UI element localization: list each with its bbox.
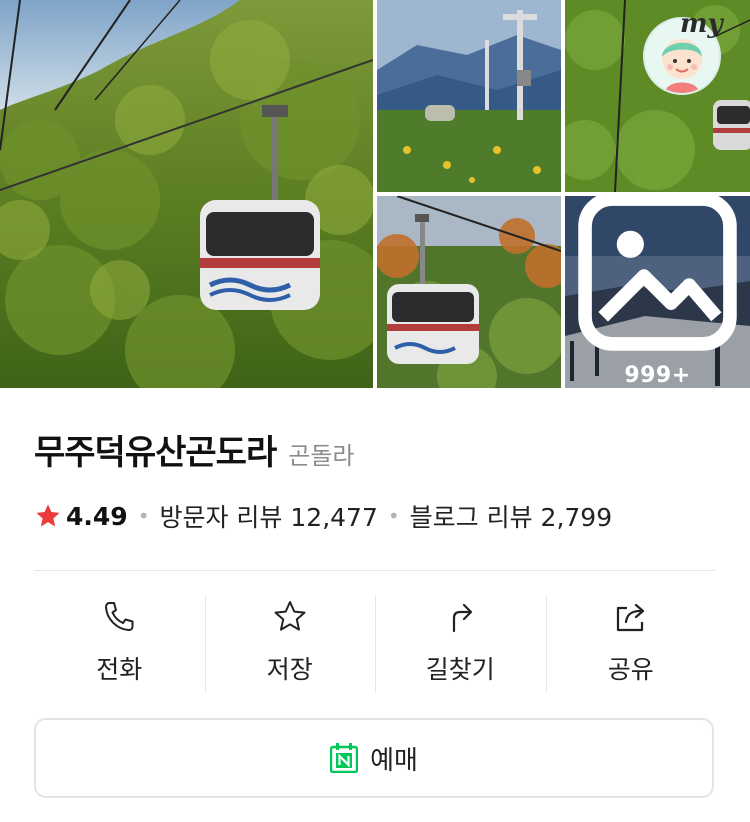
phone-icon <box>105 602 134 631</box>
rating-score: 4.49 <box>66 501 128 531</box>
visitor-reviews-link[interactable]: 방문자 리뷰 12,477 <box>159 498 377 534</box>
main-photo[interactable] <box>0 0 373 388</box>
gallery-photo-2[interactable] <box>377 0 561 192</box>
more-photos-overlay: 999+ <box>565 196 750 388</box>
action-bar: 전화 저장 길찾기 공유 <box>34 596 716 692</box>
gallery-more-photos[interactable]: 999+ <box>565 196 750 388</box>
save-button[interactable]: 저장 <box>204 596 376 692</box>
call-label: 전화 <box>96 655 143 684</box>
save-label: 저장 <box>266 655 313 684</box>
place-title-row: 무주덕유산곤도라 곤돌라 <box>34 425 355 474</box>
image-icon <box>578 196 737 351</box>
gallery-photo-4[interactable] <box>377 196 561 388</box>
naver-booking-icon <box>330 743 359 773</box>
my-badge-text: my <box>680 9 723 39</box>
share-button[interactable]: 공유 <box>545 596 717 692</box>
place-category: 곤돌라 <box>288 442 355 470</box>
directions-label: 길찾기 <box>425 655 495 684</box>
reserve-button[interactable]: 예매 <box>34 718 714 798</box>
star-outline-icon <box>274 601 306 631</box>
photo-gallery: 999+ my <box>0 0 750 388</box>
star-filled-icon <box>36 504 60 527</box>
route-arrow-icon <box>453 603 473 633</box>
blog-reviews-link[interactable]: 블로그 리뷰 2,799 <box>410 498 612 534</box>
share-icon <box>616 603 644 632</box>
reserve-label: 예매 <box>370 745 418 776</box>
divider <box>34 570 716 571</box>
call-button[interactable]: 전화 <box>34 596 205 692</box>
rating-row: 4.49 • 방문자 리뷰 12,477 • 블로그 리뷰 2,799 <box>34 498 612 534</box>
place-name: 무주덕유산곤도라 <box>34 433 277 473</box>
more-photos-count: 999+ <box>624 363 691 388</box>
directions-button[interactable]: 길찾기 <box>375 596 546 692</box>
separator-dot: • <box>137 504 150 528</box>
share-label: 공유 <box>607 655 654 684</box>
separator-dot: • <box>387 504 400 528</box>
